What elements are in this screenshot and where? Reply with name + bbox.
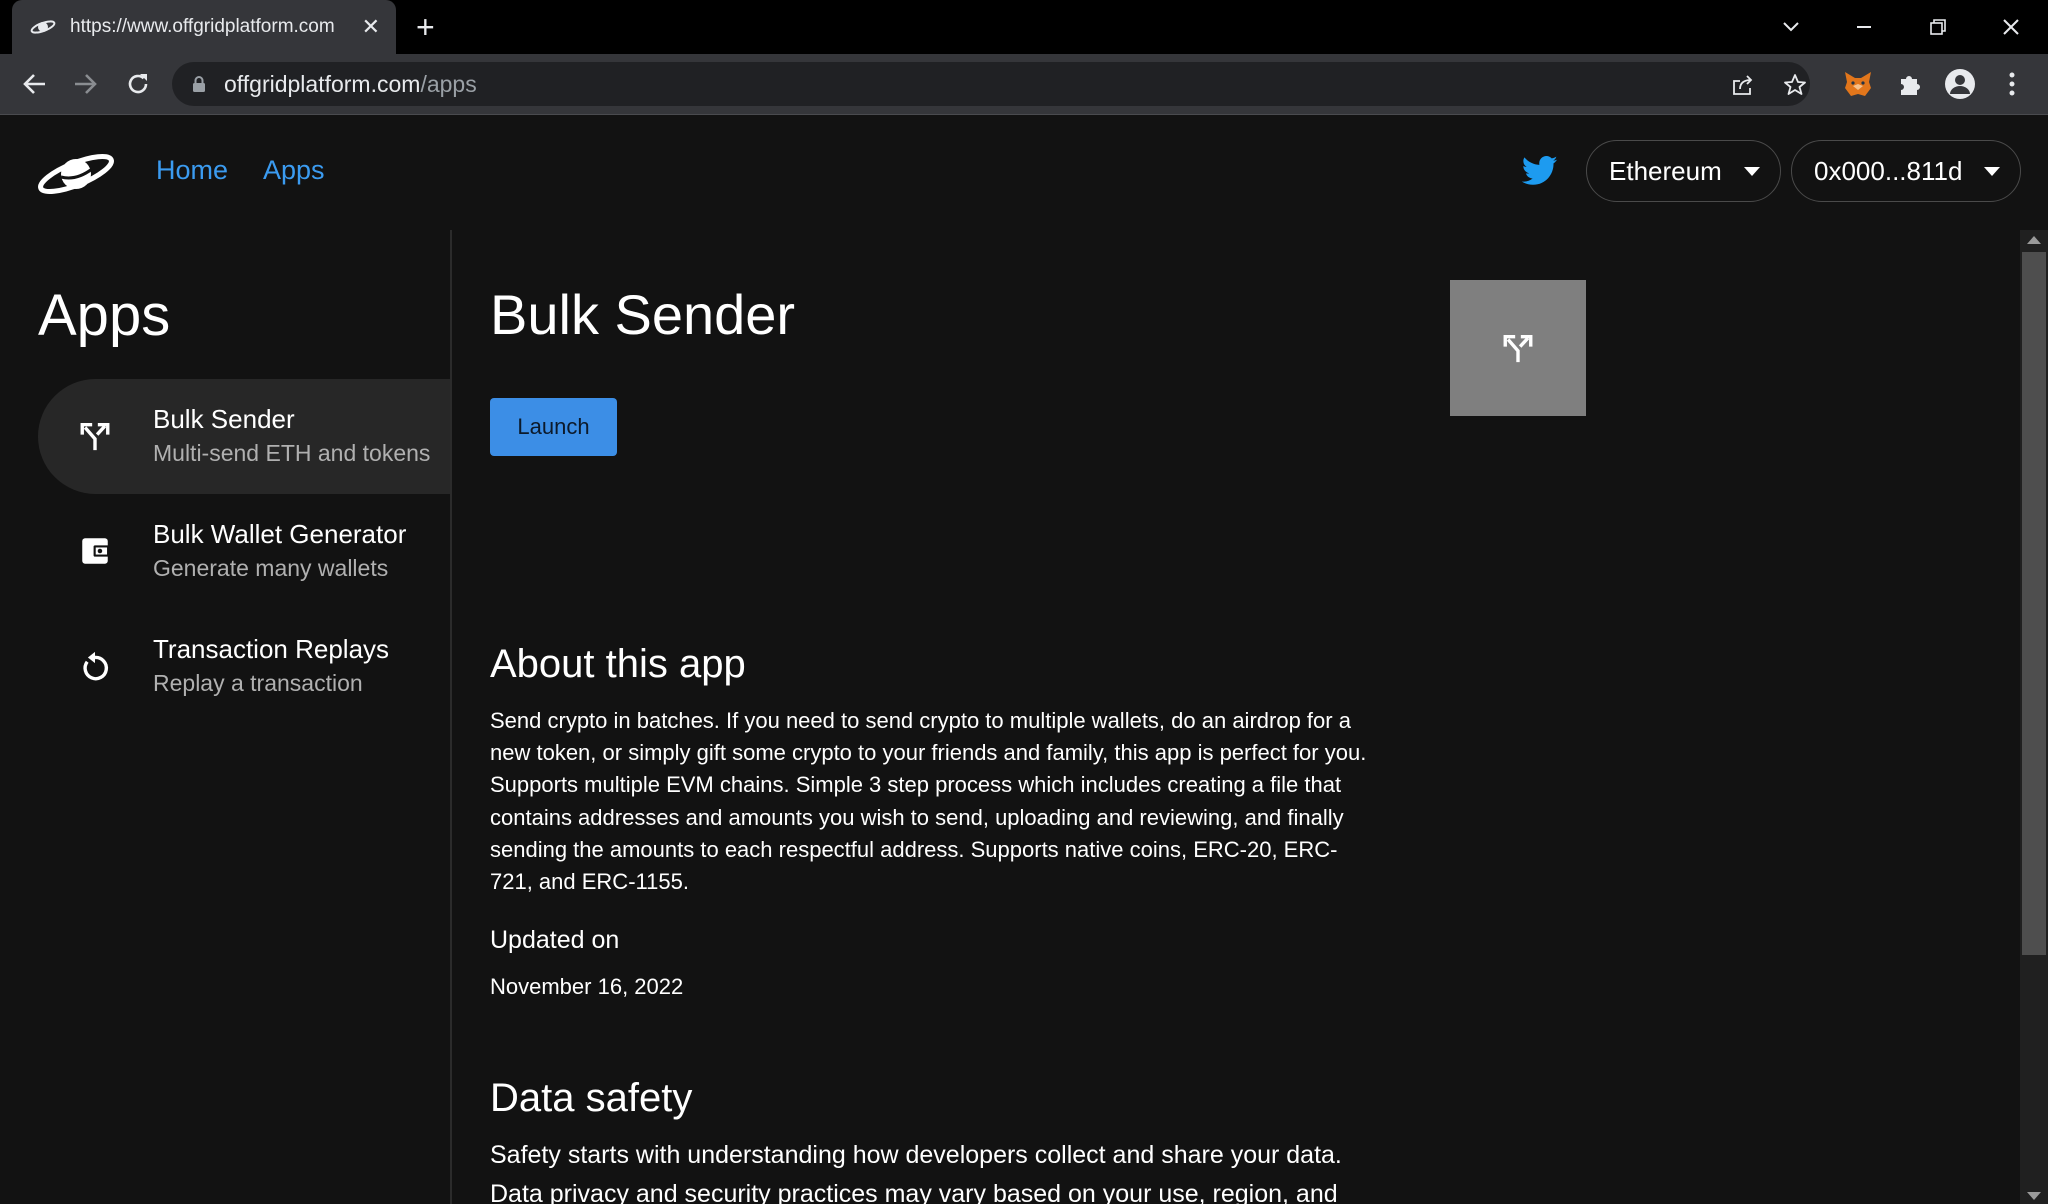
sidebar-item-label: Transaction Replays [153, 634, 390, 664]
scroll-up-arrow-icon[interactable] [2027, 236, 2041, 244]
browser-tab[interactable]: https://www.offgridplatform.com ✕ [12, 0, 396, 54]
network-selector[interactable]: Ethereum [1586, 140, 1781, 202]
data-safety-description: Safety starts with understanding how dev… [490, 1141, 1342, 1204]
updated-label: Updated on [490, 926, 620, 954]
address-bar[interactable]: offgridplatform.com/apps [172, 62, 1810, 106]
data-safety-heading: Data safety [490, 1076, 693, 1120]
scroll-thumb[interactable] [2022, 252, 2046, 955]
nav-apps-link[interactable]: Apps [263, 155, 325, 186]
page-scrollbar[interactable] [2020, 230, 2048, 1204]
tab-close-icon[interactable]: ✕ [362, 14, 380, 40]
profile-avatar-icon[interactable] [1944, 68, 1976, 100]
sidebar-item-subtitle: Replay a transaction [153, 670, 363, 696]
lock-icon [193, 76, 205, 92]
replay-icon [83, 651, 109, 681]
metamask-fox-icon[interactable] [1842, 68, 1874, 100]
extensions-puzzle-icon[interactable] [1894, 68, 1926, 100]
sidebar-item-label: Bulk Wallet Generator [153, 519, 407, 549]
twitter-icon[interactable] [1522, 155, 1558, 187]
wallet-address: 0x000...811d [1814, 155, 1963, 186]
bookmark-star-icon[interactable] [1782, 72, 1808, 98]
close-window-icon[interactable] [1994, 10, 2028, 44]
sidebar-title: Apps [38, 283, 171, 348]
wallet-icon [82, 538, 110, 564]
scroll-down-arrow-icon[interactable] [2027, 1192, 2041, 1200]
caret-down-icon [1984, 166, 2001, 176]
sidebar-item-transaction-replays[interactable]: Transaction Replays Replay a transaction [38, 609, 450, 724]
tab-search-icon[interactable] [1774, 10, 1808, 44]
about-heading: About this app [490, 642, 746, 686]
launch-button[interactable]: Launch [490, 398, 617, 456]
back-icon[interactable] [16, 66, 52, 102]
sidebar-item-bulk-wallet-generator[interactable]: Bulk Wallet Generator Generate many wall… [38, 494, 450, 609]
new-tab-icon[interactable]: + [416, 10, 435, 44]
app-thumbnail [1450, 280, 1586, 416]
browser-toolbar: offgridplatform.com/apps [0, 54, 2048, 115]
forward-icon[interactable] [68, 66, 104, 102]
browser-menu-icon[interactable] [1996, 68, 2028, 100]
updated-date: November 16, 2022 [490, 974, 684, 999]
page-title: Bulk Sender [490, 283, 796, 346]
caret-down-icon [1743, 166, 1760, 176]
sidebar-item-bulk-sender[interactable]: Bulk Sender Multi-send ETH and tokens [38, 379, 450, 494]
apps-sidebar: Apps Bulk Sender Multi-send ETH and toke… [0, 230, 452, 1204]
share-icon[interactable] [1730, 72, 1756, 98]
saturn-favicon-icon [30, 20, 56, 34]
sidebar-item-subtitle: Multi-send ETH and tokens [153, 440, 431, 466]
fork-arrows-icon [1503, 334, 1533, 363]
url-path: /apps [420, 70, 477, 97]
url-host: offgridplatform.com [224, 70, 421, 97]
minimize-icon[interactable] [1847, 10, 1881, 44]
restore-icon[interactable] [1921, 10, 1955, 44]
tab-title: https://www.offgridplatform.com [70, 16, 335, 37]
reload-icon[interactable] [120, 66, 156, 102]
sidebar-item-label: Bulk Sender [153, 404, 295, 434]
about-description: Send crypto in batches. If you need to s… [490, 708, 1367, 895]
nav-home-link[interactable]: Home [156, 155, 228, 186]
web-page: Home Apps Ethereum 0x000...811d Apps Bul… [0, 115, 2048, 1204]
app-header: Home Apps Ethereum 0x000...811d [0, 115, 2048, 230]
network-label: Ethereum [1609, 155, 1722, 186]
sidebar-item-subtitle: Generate many wallets [153, 555, 389, 581]
saturn-logo-icon[interactable] [36, 145, 116, 201]
browser-tab-bar: https://www.offgridplatform.com ✕ + [0, 0, 2048, 54]
fork-arrows-icon [80, 422, 110, 451]
wallet-selector[interactable]: 0x000...811d [1791, 140, 2022, 202]
